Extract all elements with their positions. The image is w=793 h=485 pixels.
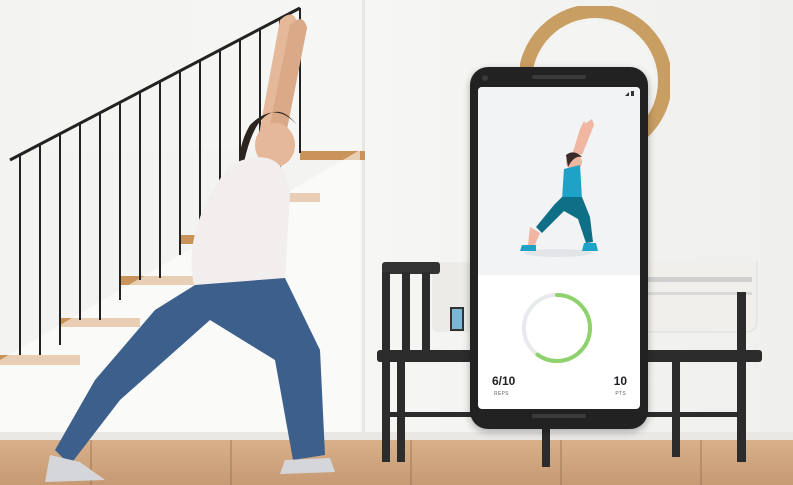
front-camera <box>482 75 488 81</box>
hero-photo: 6/10 REPS 10 PTS <box>0 0 793 485</box>
earpiece-speaker <box>532 75 586 79</box>
signal-icon <box>625 91 629 96</box>
bottom-speaker <box>532 414 586 418</box>
lunge-figure-icon <box>520 119 598 257</box>
person-exercising <box>45 14 335 482</box>
status-bar <box>625 91 634 96</box>
exercise-illustration <box>478 87 640 275</box>
points-count: 10 <box>613 374 627 388</box>
progress-ring <box>522 293 592 363</box>
battery-icon <box>631 91 634 96</box>
points-label: PTS <box>615 391 626 397</box>
phone-screen: 6/10 REPS 10 PTS <box>478 87 640 409</box>
smartphone: 6/10 REPS 10 PTS <box>470 67 648 429</box>
reps-label: REPS <box>494 391 509 397</box>
reps-count: 6/10 <box>492 374 516 388</box>
